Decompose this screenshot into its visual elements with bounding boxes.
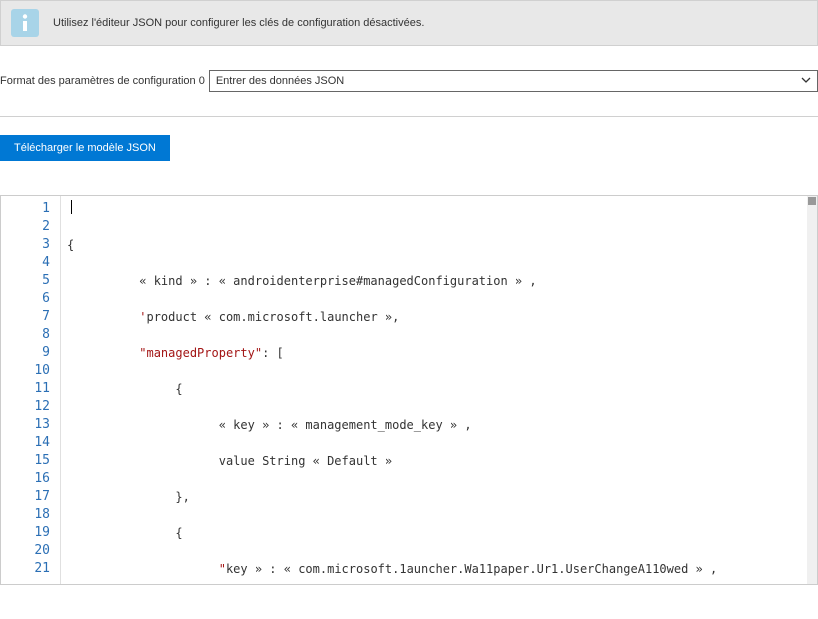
code-line: « key » : « management_mode_key » , (67, 416, 811, 434)
line-number: 12 (1, 398, 50, 416)
line-number: 8 (1, 326, 50, 344)
download-json-button[interactable]: Télécharger le modèle JSON (0, 135, 170, 161)
line-number: 13 (1, 416, 50, 434)
code-line: { (67, 236, 811, 254)
line-number: 16 (1, 470, 50, 488)
line-number: 6 (1, 290, 50, 308)
line-number: 7 (1, 308, 50, 326)
line-number: 11 (1, 380, 50, 398)
format-select[interactable]: Entrer des données JSON (209, 70, 818, 92)
code-line: "managedProperty": [ (67, 344, 811, 362)
editor-gutter: 1 2 3 4 5 6 7 8 9 10 11 12 13 14 15 16 1… (1, 196, 61, 584)
line-number: 4 (1, 254, 50, 272)
line-number: 9 (1, 344, 50, 362)
json-editor[interactable]: 1 2 3 4 5 6 7 8 9 10 11 12 13 14 15 16 1… (0, 195, 818, 585)
text-cursor (71, 200, 72, 214)
line-number: 5 (1, 272, 50, 290)
line-number: 19 (1, 524, 50, 542)
format-select-value: Entrer des données JSON (216, 75, 801, 87)
line-number: 17 (1, 488, 50, 506)
code-line: value String « Default » (67, 452, 811, 470)
line-number: 2 (1, 218, 50, 236)
divider (0, 116, 818, 117)
code-line: { (67, 524, 811, 542)
line-number: 14 (1, 434, 50, 452)
code-line: }, (67, 488, 811, 506)
line-number: 3 (1, 236, 50, 254)
info-message: Utilisez l'éditeur JSON pour configurer … (53, 17, 424, 29)
code-line: « kind » : « androidenterprise#managedCo… (67, 272, 811, 290)
scrollbar-track[interactable] (807, 196, 817, 584)
info-icon (11, 9, 39, 37)
scrollbar-thumb[interactable] (808, 197, 816, 205)
line-number: 20 (1, 542, 50, 560)
format-label: Format des paramètres de configuration 0 (0, 75, 205, 87)
info-bar: Utilisez l'éditeur JSON pour configurer … (0, 0, 818, 46)
line-number: 18 (1, 506, 50, 524)
chevron-down-icon (801, 74, 811, 88)
code-line: 'product « com.microsoft.launcher », (67, 308, 811, 326)
editor-code[interactable]: { « kind » : « androidenterprise#managed… (61, 196, 817, 584)
line-number: 21 (1, 560, 50, 578)
line-number: 15 (1, 452, 50, 470)
code-line: "key » : « com.microsoft.1auncher.Wa11pa… (67, 560, 811, 578)
line-number: 10 (1, 362, 50, 380)
code-line: { (67, 380, 811, 398)
format-row: Format des paramètres de configuration 0… (0, 70, 818, 92)
line-number: 1 (1, 200, 50, 218)
